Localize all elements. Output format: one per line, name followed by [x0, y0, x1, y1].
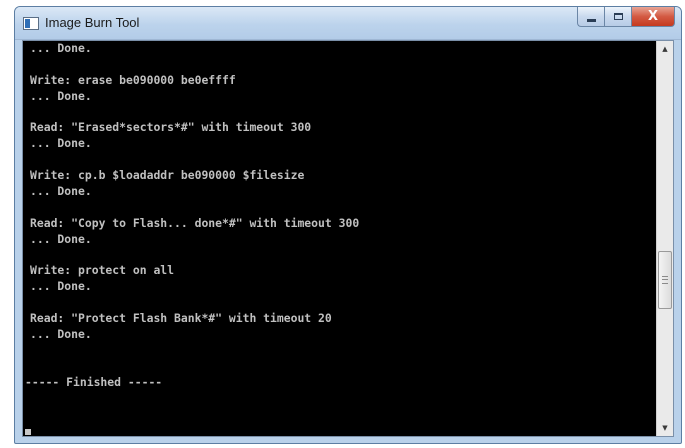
console-line: ... Done. [30, 327, 92, 342]
console-corner-mark [25, 429, 31, 435]
minimize-button[interactable] [577, 7, 604, 27]
console-line: ... Done. [30, 136, 92, 151]
scroll-down-arrow-icon: ▼ [662, 424, 668, 432]
console-area[interactable]: ... Done. Write: erase be090000 be0effff.… [22, 40, 674, 437]
minimize-icon [586, 18, 596, 22]
maximize-button[interactable] [604, 7, 631, 27]
console-line: Read: "Copy to Flash... done*#" with tim… [30, 215, 360, 230]
console-line: ... Done. [30, 88, 92, 103]
maximize-icon [613, 13, 623, 20]
console-output: ... Done. Write: erase be090000 be0effff.… [25, 41, 657, 436]
app-window-icon [23, 17, 39, 30]
console-bottom [23, 429, 657, 436]
close-icon: X [647, 9, 659, 24]
title-bar[interactable]: Image Burn Tool X [15, 7, 681, 40]
close-button[interactable]: X [631, 7, 675, 27]
scroll-up-arrow-icon: ▲ [662, 45, 668, 53]
image-burn-tool-window: Image Burn Tool X ... Done. Write: erase … [14, 6, 682, 444]
console-line: ----- Finished ----- [25, 374, 163, 389]
console-line: ... Done. [30, 41, 92, 55]
console-line: Write: cp.b $loadaddr be090000 $filesize [30, 168, 305, 183]
console-line: ... Done. [30, 231, 92, 246]
console-line: Write: protect on all [30, 263, 175, 278]
scroll-grip-icon [662, 276, 668, 284]
scroll-down-button[interactable]: ▼ [657, 420, 673, 436]
vertical-scrollbar[interactable]: ▲ ▼ [656, 41, 673, 436]
console-line: Read: "Erased*sectors*#" with timeout 30… [30, 120, 312, 135]
console-line: ... Done. [30, 279, 92, 294]
console-line: ... Done. [30, 184, 92, 199]
console-line: Write: erase be090000 be0effff [30, 72, 236, 87]
scroll-thumb[interactable] [658, 251, 672, 309]
window-title: Image Burn Tool [45, 15, 140, 30]
console-line: Read: "Protect Flash Bank*#" with timeou… [30, 311, 332, 326]
scroll-up-button[interactable]: ▲ [657, 41, 673, 57]
caption-buttons: X [577, 7, 675, 27]
